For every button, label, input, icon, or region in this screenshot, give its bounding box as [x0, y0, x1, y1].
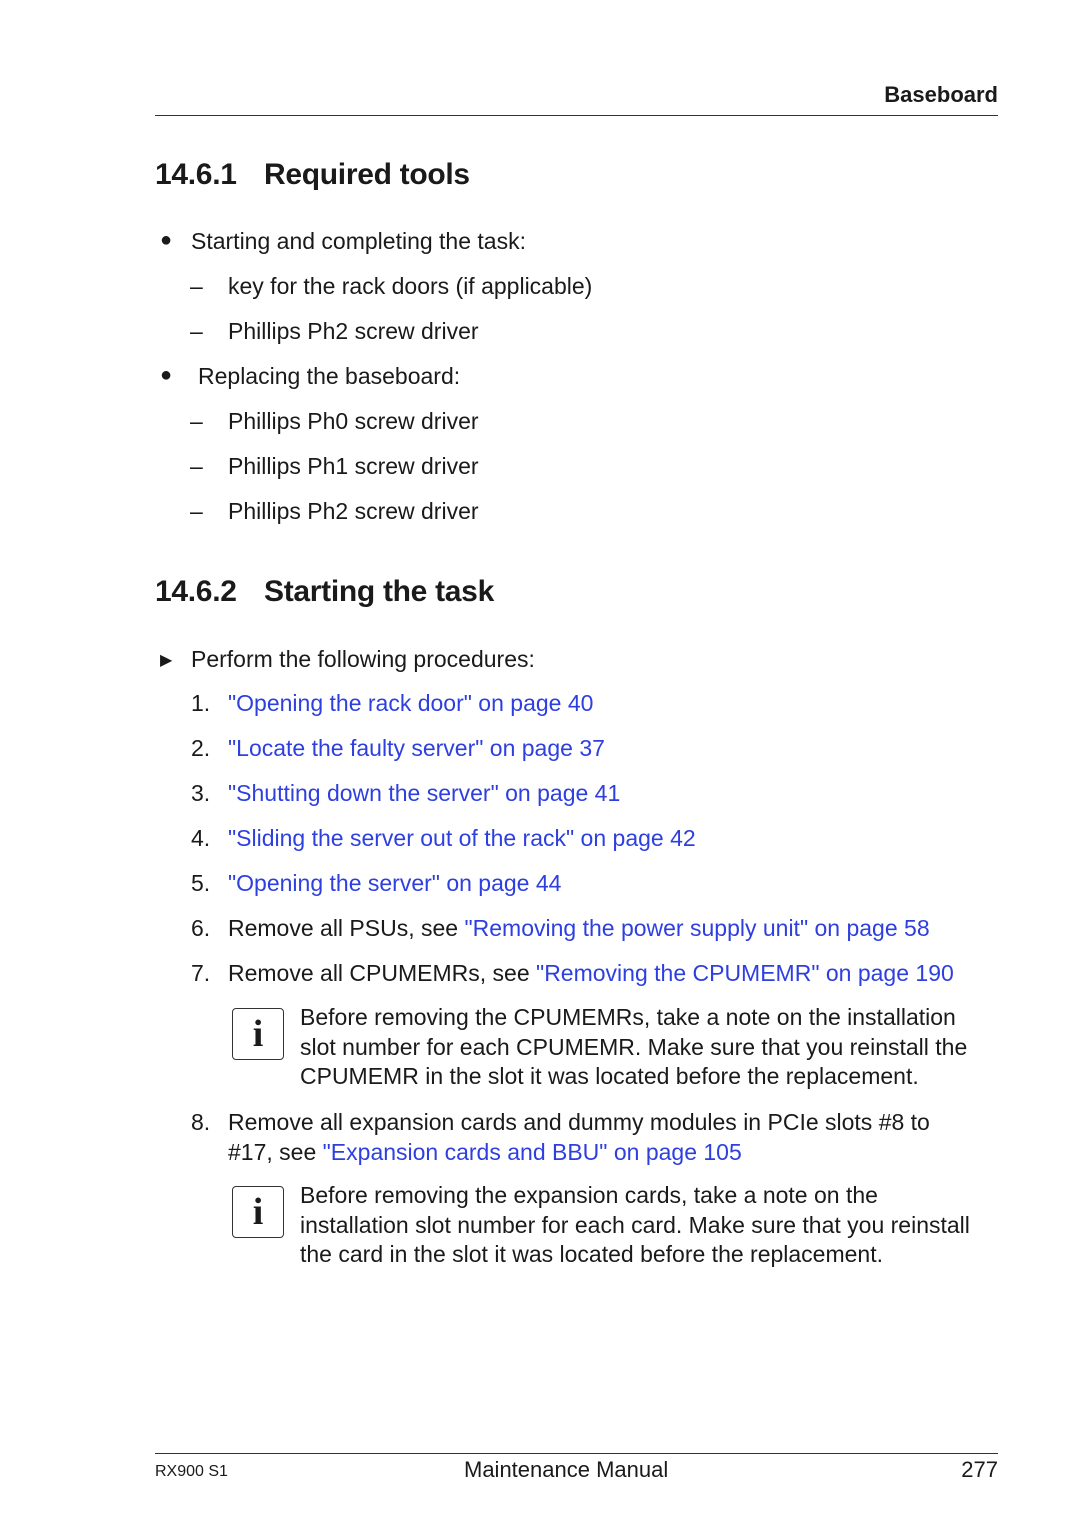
- step-item: 8. Remove all expansion cards and dummy m…: [191, 1108, 930, 1167]
- dash-icon: –: [190, 273, 203, 299]
- tool-item: Phillips Ph2 screw driver: [228, 318, 479, 344]
- info-icon: i: [232, 1008, 284, 1060]
- step-text: #17, see: [228, 1138, 323, 1165]
- info-note: Before removing the CPUMEMRs, take a not…: [300, 1003, 967, 1092]
- note-line: slot number for each CPUMEMR. Make sure …: [300, 1033, 968, 1060]
- running-header: Baseboard: [884, 82, 998, 107]
- note-line: installation slot number for each card. …: [300, 1211, 970, 1238]
- section-heading-required-tools: 14.6.1 Required tools: [155, 158, 470, 192]
- note-line: the card in the slot it was located befo…: [300, 1241, 883, 1267]
- bullet-icon: ●: [160, 364, 173, 386]
- info-icon: i: [232, 1186, 284, 1238]
- arrow-right-icon: ▶: [160, 652, 173, 669]
- tool-group-label: Starting and completing the task:: [191, 228, 526, 254]
- info-note: Before removing the expansion cards, tak…: [300, 1181, 970, 1270]
- step-item: 3. "Shutting down the server" on page 41: [191, 779, 620, 807]
- dash-icon: –: [190, 318, 203, 344]
- tool-item: Phillips Ph2 screw driver: [228, 498, 479, 524]
- step-item: 7. Remove all CPUMEMRs, see "Removing the…: [191, 959, 954, 987]
- step-number: 5.: [191, 870, 211, 896]
- step-number: 6.: [191, 915, 211, 941]
- tool-item: Phillips Ph1 screw driver: [228, 453, 479, 479]
- bullet-icon: ●: [160, 229, 173, 251]
- step-link[interactable]: "Expansion cards and BBU" on page 105: [323, 1139, 742, 1165]
- page-number: 277: [961, 1457, 998, 1482]
- step-number: 3.: [191, 780, 211, 806]
- step-item: 2. "Locate the faulty server" on page 37: [191, 734, 605, 762]
- step-link[interactable]: "Opening the rack door" on page 40: [228, 690, 593, 716]
- tool-item: key for the rack doors (if applicable): [228, 273, 593, 299]
- step-link[interactable]: "Opening the server" on page 44: [228, 870, 561, 896]
- dash-icon: –: [190, 498, 203, 524]
- section-number: 14.6.1: [155, 158, 237, 191]
- step-text: Remove all CPUMEMRs, see: [228, 960, 537, 986]
- footer-manual-title: Maintenance Manual: [464, 1457, 669, 1482]
- step-number: 4.: [191, 825, 211, 851]
- section-title: Starting the task: [264, 575, 494, 608]
- step-item: 4. "Sliding the server out of the rack" o…: [191, 824, 696, 852]
- step-item: 1. "Opening the rack door" on page 40: [191, 689, 593, 717]
- step-link[interactable]: "Locate the faulty server" on page 37: [228, 735, 605, 761]
- step-item: 6. Remove all PSUs, see "Removing the pow…: [191, 914, 930, 942]
- step-link[interactable]: "Removing the CPUMEMR" on page 190: [536, 960, 954, 986]
- section-title: Required tools: [264, 158, 470, 191]
- tool-item: Phillips Ph0 screw driver: [228, 408, 479, 434]
- note-line: Before removing the CPUMEMRs, take a not…: [300, 1004, 956, 1030]
- footer-rule: [155, 1453, 998, 1454]
- dash-icon: –: [190, 408, 203, 434]
- note-line: Before removing the expansion cards, tak…: [300, 1182, 878, 1208]
- section-number: 14.6.2: [155, 575, 237, 608]
- step-number: 2.: [191, 735, 211, 761]
- footer-product: RX900 S1: [155, 1463, 228, 1480]
- step-link[interactable]: "Shutting down the server" on page 41: [228, 780, 620, 806]
- step-text: Remove all expansion cards and dummy mod…: [228, 1109, 930, 1135]
- dash-icon: –: [190, 453, 203, 479]
- header-rule: [155, 115, 998, 116]
- step-item: 5. "Opening the server" on page 44: [191, 869, 561, 897]
- step-number: 7.: [191, 960, 211, 986]
- step-number: 1.: [191, 690, 211, 716]
- note-line: CPUMEMR in the slot it was located befor…: [300, 1063, 919, 1089]
- tool-group-label: Replacing the baseboard:: [198, 363, 461, 389]
- step-number: 8.: [191, 1109, 211, 1135]
- instruction-text: Perform the following procedures:: [191, 646, 535, 672]
- step-link[interactable]: "Removing the power supply unit" on page…: [464, 915, 929, 941]
- section-heading-starting-task: 14.6.2 Starting the task: [155, 575, 494, 609]
- step-link[interactable]: "Sliding the server out of the rack" on …: [228, 825, 696, 851]
- step-text: Remove all PSUs, see: [228, 915, 465, 941]
